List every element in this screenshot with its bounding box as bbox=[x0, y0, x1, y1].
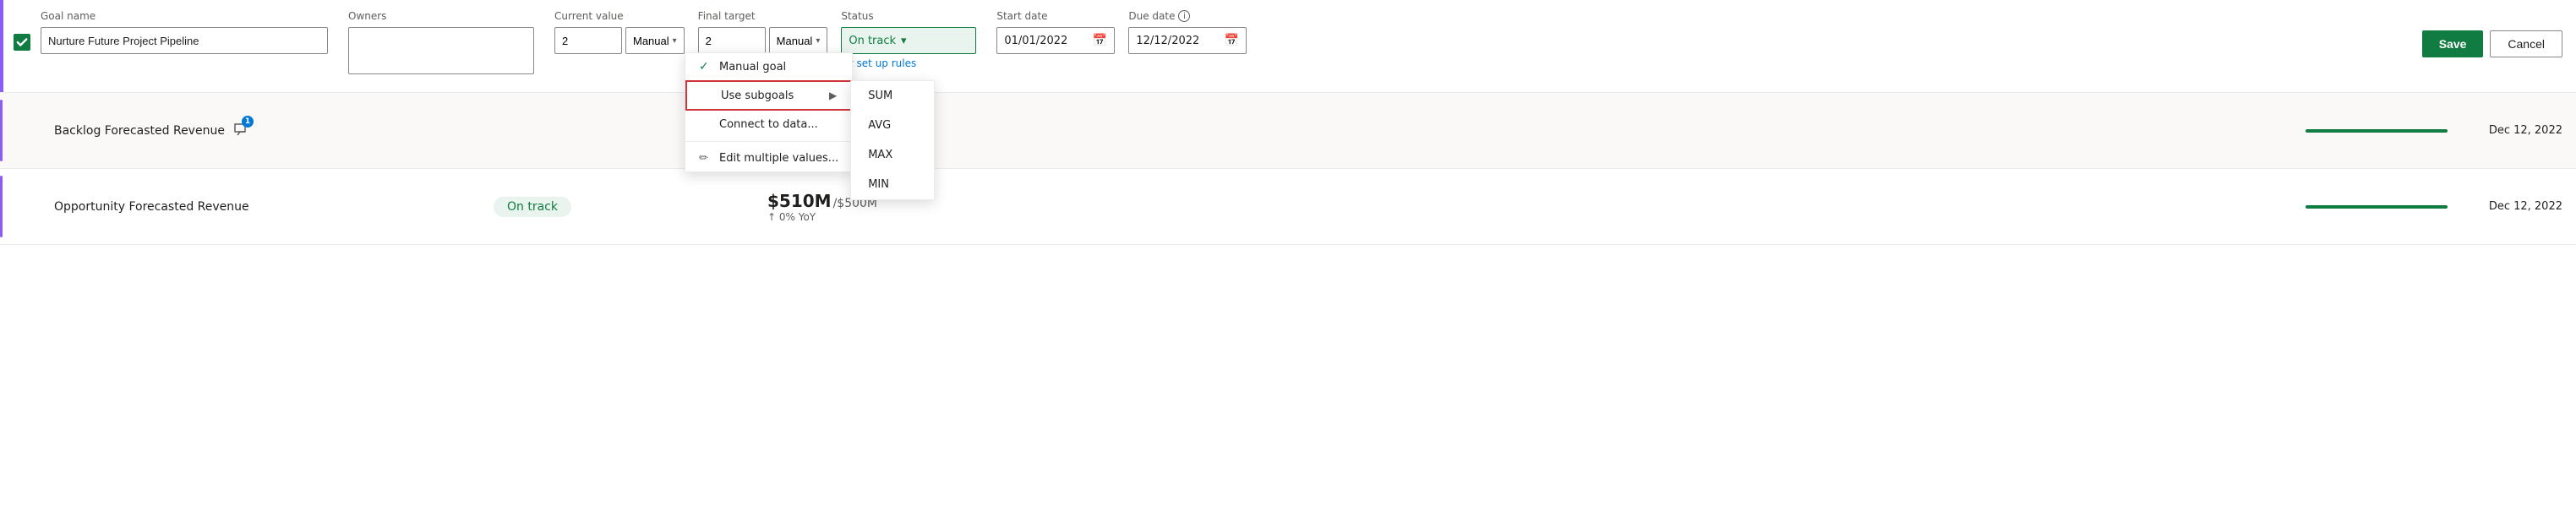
owners-input-box[interactable] bbox=[348, 27, 534, 74]
metric-yoy: ↑ 0% YoY bbox=[767, 211, 816, 223]
progress-bar-track bbox=[2306, 129, 2448, 133]
row-date: Dec 12, 2022 bbox=[2461, 200, 2562, 213]
status-dropdown[interactable]: On track ▾ bbox=[841, 27, 976, 54]
due-date-value: 12/12/2022 bbox=[1136, 35, 1199, 47]
row-goal-name-text: Backlog Forecasted Revenue bbox=[54, 124, 225, 138]
due-date-label: Due date bbox=[1128, 10, 1175, 22]
menu-item-edit[interactable]: ✏ Edit multiple values... bbox=[685, 145, 852, 171]
status-column: Status On track ▾ Or set up rules bbox=[841, 10, 976, 69]
submenu-item-max[interactable]: MAX bbox=[851, 140, 934, 170]
final-target-mode-dropdown[interactable]: Manual ▾ bbox=[769, 27, 828, 54]
due-date-column: Due date i 12/12/2022 📅 bbox=[1128, 10, 1247, 54]
start-date-label: Start date bbox=[996, 10, 1115, 22]
menu-item-subgoals[interactable]: ✓ Use subgoals ▶ SUM AVG MAX MIN bbox=[685, 80, 852, 111]
menu-separator bbox=[685, 141, 852, 142]
badge-count: 1 bbox=[242, 116, 254, 128]
progress-bar-fill bbox=[2306, 205, 2448, 209]
start-date-input[interactable]: 01/01/2022 📅 bbox=[996, 27, 1115, 54]
current-value-label: Current value bbox=[554, 10, 685, 22]
owners-column: Owners bbox=[348, 10, 534, 74]
page-container: Goal name Owners Current value Manual ▾ … bbox=[0, 0, 2576, 527]
submenu-item-avg[interactable]: AVG bbox=[851, 111, 934, 140]
progress-bar-fill bbox=[2306, 129, 2448, 133]
owners-label: Owners bbox=[348, 10, 534, 22]
final-target-inputs: Manual ▾ bbox=[698, 27, 828, 54]
edit-pencil-icon: ✏ bbox=[699, 152, 712, 165]
row-accent bbox=[0, 176, 3, 237]
submenu-item-min[interactable]: MIN bbox=[851, 170, 934, 199]
current-value-column: Current value Manual ▾ bbox=[554, 10, 685, 54]
check-icon bbox=[16, 36, 28, 48]
final-target-label: Final target bbox=[698, 10, 828, 22]
table-row: Backlog Forecasted Revenue 1 $372M /$300… bbox=[0, 93, 2576, 169]
mode-dropdown-menu: ✓ Manual goal ✓ Use subgoals ▶ SUM AVG M… bbox=[685, 52, 853, 172]
save-button[interactable]: Save bbox=[2422, 30, 2484, 57]
goal-name-column: Goal name bbox=[41, 10, 328, 54]
start-date-value: 01/01/2022 bbox=[1004, 35, 1067, 47]
submenu-item-sum[interactable]: SUM bbox=[851, 81, 934, 111]
menu-item-connect[interactable]: ✓ Connect to data... bbox=[685, 111, 852, 138]
final-target-chevron-icon: ▾ bbox=[816, 36, 820, 46]
status-chevron-icon: ▾ bbox=[901, 35, 907, 47]
goal-name-input[interactable] bbox=[41, 27, 328, 54]
table-row: Opportunity Forecasted Revenue On track … bbox=[0, 169, 2576, 245]
row-metrics: $510M /$500M ↑ 0% YoY bbox=[747, 191, 2292, 223]
setup-rules-link[interactable]: Or set up rules bbox=[841, 57, 976, 69]
subgoals-submenu: SUM AVG MAX MIN bbox=[850, 80, 935, 200]
due-date-info-icon[interactable]: i bbox=[1178, 10, 1190, 22]
due-date-calendar-icon: 📅 bbox=[1225, 34, 1239, 47]
menu-item-subgoals-label: Use subgoals bbox=[721, 90, 794, 102]
goal-name-label: Goal name bbox=[41, 10, 328, 22]
progress-bar-track bbox=[2306, 205, 2448, 209]
row-accent bbox=[0, 100, 3, 161]
row-metrics: $372M /$300M ↑ 0% YoY bbox=[747, 115, 2292, 147]
start-date-column: Start date 01/01/2022 📅 bbox=[996, 10, 1115, 54]
menu-item-edit-label: Edit multiple values... bbox=[719, 152, 838, 165]
status-value: On track bbox=[849, 35, 896, 47]
due-date-label-container: Due date i bbox=[1128, 10, 1247, 22]
start-date-calendar-icon: 📅 bbox=[1093, 34, 1107, 47]
on-track-badge: On track bbox=[494, 197, 571, 217]
row-status-area: On track bbox=[494, 197, 747, 217]
progress-bar-container bbox=[2292, 129, 2461, 133]
metric-primary-value: $510M bbox=[767, 191, 832, 211]
due-date-input[interactable]: 12/12/2022 📅 bbox=[1128, 27, 1247, 54]
action-buttons: Save Cancel bbox=[2422, 10, 2562, 57]
comment-badge[interactable]: 1 bbox=[232, 121, 248, 141]
status-label: Status bbox=[841, 10, 976, 22]
current-value-number-input[interactable] bbox=[554, 27, 622, 54]
row-goal-name-text: Opportunity Forecasted Revenue bbox=[54, 200, 249, 214]
current-value-inputs: Manual ▾ bbox=[554, 27, 685, 54]
menu-item-connect-label: Connect to data... bbox=[719, 118, 818, 131]
final-target-number-input[interactable] bbox=[698, 27, 766, 54]
menu-item-manual-label: Manual goal bbox=[719, 61, 786, 73]
cancel-button[interactable]: Cancel bbox=[2490, 30, 2562, 57]
goal-edit-row: Goal name Owners Current value Manual ▾ … bbox=[0, 0, 2576, 93]
current-value-mode-label: Manual bbox=[633, 35, 669, 47]
progress-bar-container bbox=[2292, 205, 2461, 209]
row-date: Dec 12, 2022 bbox=[2461, 124, 2562, 137]
checkbox-area bbox=[14, 10, 30, 51]
final-target-column: Final target Manual ▾ bbox=[698, 10, 828, 54]
row-accent bbox=[0, 0, 3, 92]
row-goal-name: Opportunity Forecasted Revenue bbox=[54, 200, 494, 214]
row-goal-name: Backlog Forecasted Revenue 1 bbox=[54, 121, 494, 141]
subgoals-arrow-icon: ▶ bbox=[829, 90, 837, 101]
manual-check-icon: ✓ bbox=[699, 60, 712, 73]
goal-checkbox[interactable] bbox=[14, 34, 30, 51]
current-value-chevron-icon: ▾ bbox=[673, 36, 677, 46]
current-value-mode-dropdown[interactable]: Manual ▾ bbox=[625, 27, 685, 54]
menu-item-manual[interactable]: ✓ Manual goal bbox=[685, 53, 852, 80]
final-target-mode-label: Manual bbox=[777, 35, 813, 47]
